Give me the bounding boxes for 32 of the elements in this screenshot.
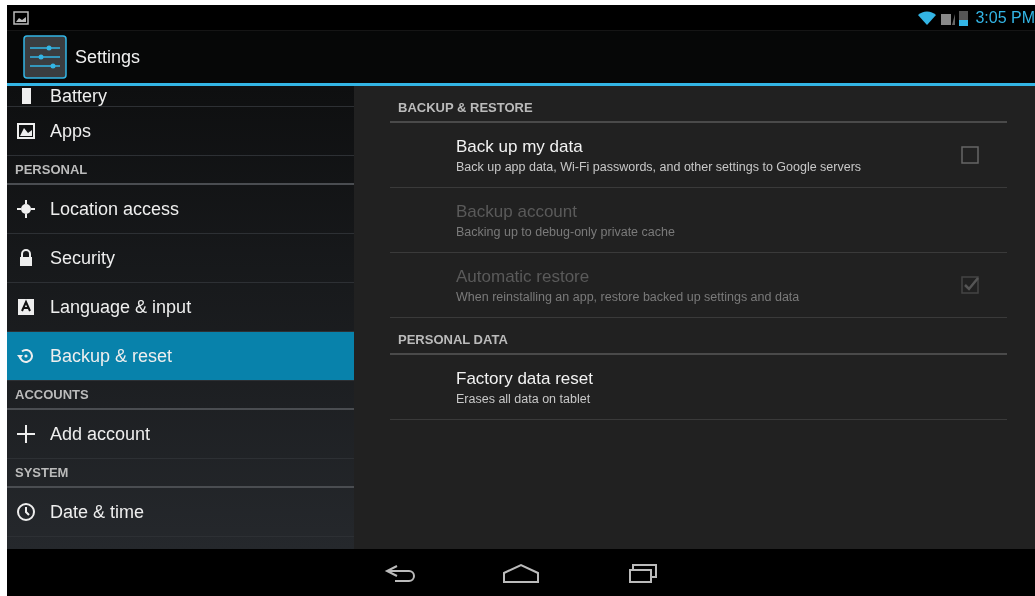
section-header: BACKUP & RESTORE xyxy=(390,96,1007,123)
checkbox[interactable] xyxy=(961,146,979,164)
plus-icon xyxy=(16,424,36,444)
location-icon xyxy=(16,199,36,219)
sidebar-item[interactable]: Battery xyxy=(7,86,354,107)
setting-title[interactable]: Factory data reset xyxy=(456,368,979,389)
keyboard-letter-icon xyxy=(16,297,36,317)
battery-icon xyxy=(959,9,969,26)
setting-title: Automatic restore xyxy=(456,266,591,287)
picture-icon xyxy=(16,121,36,141)
sidebar-item[interactable]: Apps xyxy=(7,107,354,156)
section-header: PERSONAL DATA xyxy=(390,328,1007,355)
app-title: Settings xyxy=(75,46,141,68)
setting-title: Backup account xyxy=(456,201,578,222)
setting-summary: Backing up to debug-only private cache xyxy=(456,224,676,239)
setting-summary: Erases all data on tablet xyxy=(456,391,592,406)
restore-icon xyxy=(16,346,36,366)
category-header: SYSTEM xyxy=(7,459,354,488)
setting-title[interactable]: Back up my data xyxy=(456,136,961,157)
setting-summary: When reinstalling an app, restore backed up settings and data xyxy=(456,289,801,304)
sidebar-item[interactable]: Backup & reset xyxy=(7,332,354,381)
category-header: PERSONAL xyxy=(7,156,354,185)
clock-time: 3:05 PM xyxy=(975,8,1035,27)
wifi-icon xyxy=(917,9,938,26)
sidebar-item[interactable]: Security xyxy=(7,234,354,283)
clock-icon xyxy=(16,502,36,522)
settings-sliders-icon[interactable] xyxy=(23,35,67,79)
picture-icon xyxy=(13,10,29,25)
setting-summary: Back up app data, Wi-Fi passwords, and other settings to Google servers xyxy=(456,159,863,174)
sidebar-item[interactable]: Date & time xyxy=(7,488,354,537)
category-header: ACCOUNTS xyxy=(7,381,354,410)
sidebar-item[interactable]: Location access xyxy=(7,185,354,234)
